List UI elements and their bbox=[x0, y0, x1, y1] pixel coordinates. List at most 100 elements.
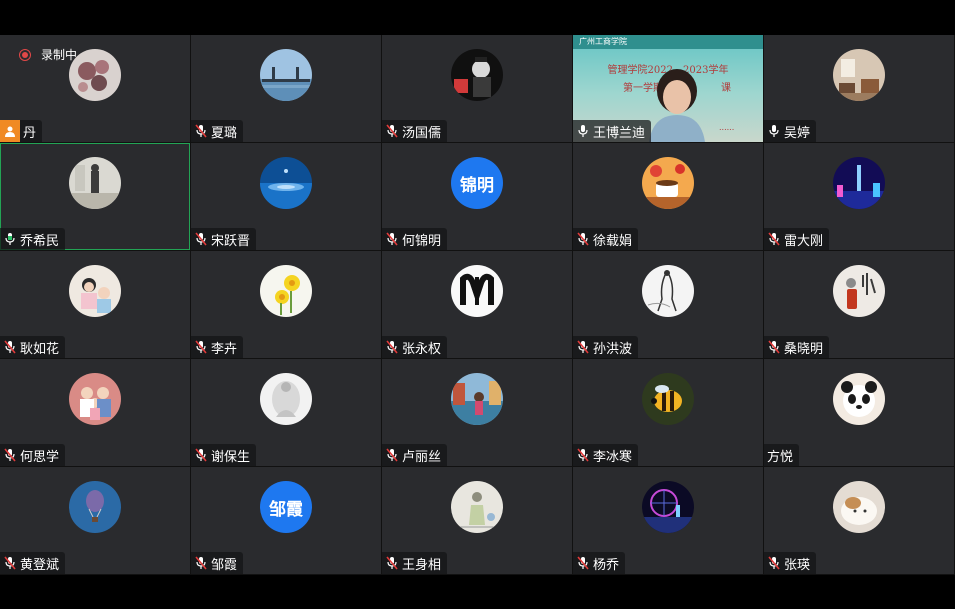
mic-muted-icon bbox=[385, 232, 399, 246]
participant-name: 宋跃晋 bbox=[211, 233, 251, 249]
mic-muted-icon bbox=[576, 448, 590, 462]
participant-name: 黄登斌 bbox=[20, 557, 60, 573]
record-icon bbox=[19, 48, 31, 61]
avatar bbox=[451, 49, 503, 101]
participant-nametag: 何锦明 bbox=[382, 228, 448, 250]
avatar bbox=[451, 373, 503, 425]
participant-nametag: 徐载娟 bbox=[573, 228, 639, 250]
avatar bbox=[833, 265, 885, 317]
participant-tile[interactable]: 李冰寒 bbox=[573, 359, 763, 466]
participant-tile[interactable]: 乔希民 bbox=[0, 143, 190, 250]
avatar bbox=[833, 481, 885, 533]
mic-muted-icon bbox=[385, 124, 399, 138]
avatar bbox=[260, 49, 312, 101]
avatar bbox=[833, 373, 885, 425]
participant-tile[interactable]: 王身相 bbox=[382, 467, 572, 574]
participant-tile[interactable]: 锦明何锦明 bbox=[382, 143, 572, 250]
participant-name: 张永权 bbox=[402, 341, 442, 357]
avatar bbox=[833, 157, 885, 209]
participant-name: 杨乔 bbox=[593, 557, 620, 573]
participant-name: 方悦 bbox=[767, 449, 794, 465]
avatar bbox=[642, 265, 694, 317]
participant-name: 卢丽丝 bbox=[402, 449, 442, 465]
avatar bbox=[260, 265, 312, 317]
mic-muted-icon bbox=[194, 448, 208, 462]
avatar bbox=[451, 481, 503, 533]
participant-tile[interactable]: 杨乔 bbox=[573, 467, 763, 574]
participant-tile[interactable]: 雷大刚 bbox=[764, 143, 954, 250]
mic-muted-icon bbox=[385, 556, 399, 570]
mic-muted-icon bbox=[194, 556, 208, 570]
participant-tile[interactable]: 李卉 bbox=[191, 251, 381, 358]
participant-tile[interactable]: 黄登斌 bbox=[0, 467, 190, 574]
participant-tile[interactable]: 邹霞 邹霞 bbox=[191, 467, 381, 574]
participant-name: 李卉 bbox=[211, 341, 238, 357]
participant-name: 张瑛 bbox=[784, 557, 811, 573]
mic-muted-icon bbox=[385, 340, 399, 354]
participant-tile[interactable]: 宋跃晋 bbox=[191, 143, 381, 250]
participant-tile[interactable]: 张永权 bbox=[382, 251, 572, 358]
participant-name: 吴婷 bbox=[784, 125, 811, 141]
mic-muted-icon bbox=[3, 448, 17, 462]
participant-name: 汤国儒 bbox=[402, 125, 442, 141]
avatar: 锦明 bbox=[451, 157, 503, 209]
participant-tile[interactable]: 耿如花 bbox=[0, 251, 190, 358]
mic-muted-icon bbox=[385, 448, 399, 462]
participant-nametag: 李卉 bbox=[191, 336, 244, 358]
participant-name: 丹 bbox=[23, 125, 37, 141]
participant-tile[interactable]: 孙洪波 bbox=[573, 251, 763, 358]
participant-nametag: 丹 bbox=[0, 120, 43, 142]
avatar bbox=[833, 49, 885, 101]
participant-name: 何锦明 bbox=[402, 233, 442, 249]
mic-icon bbox=[3, 232, 17, 246]
participant-tile[interactable]: 方悦 bbox=[764, 359, 954, 466]
slide-dots: ...... bbox=[719, 123, 735, 132]
participant-name: 李冰寒 bbox=[593, 449, 633, 465]
avatar bbox=[451, 265, 503, 317]
participant-nametag: 雷大刚 bbox=[764, 228, 830, 250]
participant-tile[interactable]: 张瑛 bbox=[764, 467, 954, 574]
avatar bbox=[260, 157, 312, 209]
user-icon bbox=[0, 120, 20, 142]
participant-name: 夏璐 bbox=[211, 125, 238, 141]
participant-tile[interactable]: 广州工商学院 管理学院2022—2023学年 第一学期课...... 王博兰迪 bbox=[573, 35, 763, 142]
mic-muted-icon bbox=[576, 556, 590, 570]
participant-tile[interactable]: 谢保生 bbox=[191, 359, 381, 466]
participant-nametag: 孙洪波 bbox=[573, 336, 639, 358]
participant-tile[interactable]: 何思学 bbox=[0, 359, 190, 466]
mic-muted-icon bbox=[767, 340, 781, 354]
participant-nametag: 张瑛 bbox=[764, 552, 817, 574]
mic-icon bbox=[576, 124, 590, 138]
participant-nametag: 张永权 bbox=[382, 336, 448, 358]
participant-name: 王博兰迪 bbox=[593, 125, 646, 141]
participant-nametag: 王身相 bbox=[382, 552, 448, 574]
participant-tile[interactable]: 桑晓明 bbox=[764, 251, 954, 358]
video-gallery: 丹夏璐 汤国儒 广州工商学院 管理学院2022—2023学年 第一学期课...... 王博… bbox=[0, 35, 955, 575]
participant-nametag: 夏璐 bbox=[191, 120, 244, 142]
participant-tile[interactable]: 吴婷 bbox=[764, 35, 954, 142]
avatar bbox=[642, 373, 694, 425]
mic-muted-icon bbox=[194, 340, 208, 354]
participant-nametag: 邹霞 bbox=[191, 552, 244, 574]
participant-tile[interactable]: 卢丽丝 bbox=[382, 359, 572, 466]
mic-muted-icon bbox=[194, 232, 208, 246]
participant-nametag: 何思学 bbox=[0, 444, 66, 466]
participant-nametag: 宋跃晋 bbox=[191, 228, 257, 250]
participant-nametag: 耿如花 bbox=[0, 336, 66, 358]
participant-nametag: 谢保生 bbox=[191, 444, 257, 466]
participant-tile[interactable]: 汤国儒 bbox=[382, 35, 572, 142]
avatar bbox=[642, 157, 694, 209]
participant-name: 桑晓明 bbox=[784, 341, 824, 357]
participant-tile[interactable]: 徐载娟 bbox=[573, 143, 763, 250]
participant-tile[interactable]: 夏璐 bbox=[191, 35, 381, 142]
participant-name: 徐载娟 bbox=[593, 233, 633, 249]
mic-muted-icon bbox=[3, 556, 17, 570]
mic-muted-icon bbox=[576, 340, 590, 354]
avatar bbox=[260, 373, 312, 425]
mic-muted-icon bbox=[194, 124, 208, 138]
mic-muted-icon bbox=[3, 340, 17, 354]
mic-muted-icon bbox=[576, 232, 590, 246]
avatar bbox=[69, 265, 121, 317]
participant-name: 雷大刚 bbox=[784, 233, 824, 249]
participant-name: 何思学 bbox=[20, 449, 60, 465]
